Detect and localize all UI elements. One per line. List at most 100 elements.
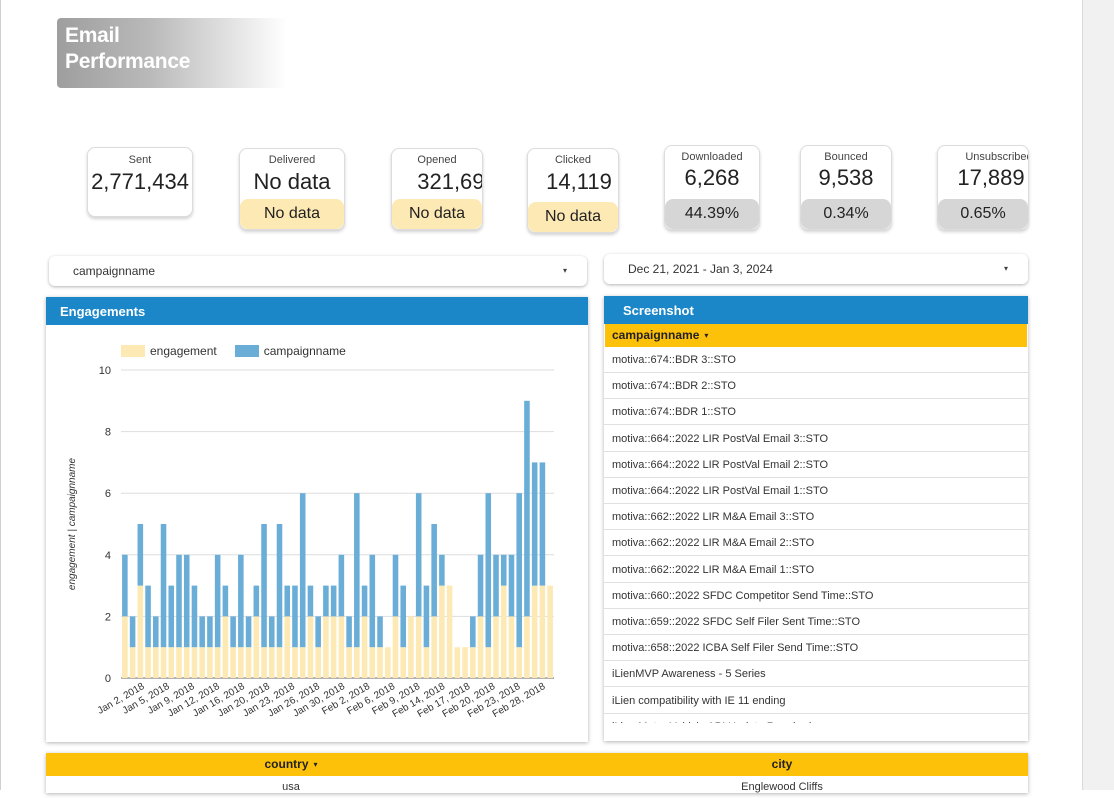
table-row[interactable]: motiva::662::2022 LIR M&A Email 2::STO bbox=[604, 530, 1028, 557]
bar-engagement[interactable] bbox=[191, 647, 198, 678]
right-scroll-gutter[interactable] bbox=[1082, 0, 1114, 790]
bar-campaignname[interactable] bbox=[415, 493, 422, 617]
bar-engagement[interactable] bbox=[539, 585, 546, 678]
bar-campaignname[interactable] bbox=[168, 585, 175, 648]
bar-campaignname[interactable] bbox=[423, 585, 430, 648]
sort-icon[interactable]: ▾ bbox=[704, 331, 708, 340]
bar-engagement[interactable] bbox=[485, 647, 492, 678]
bar-campaignname[interactable] bbox=[346, 616, 352, 648]
sort-icon[interactable]: ▾ bbox=[314, 760, 318, 769]
bar-engagement[interactable] bbox=[415, 616, 422, 678]
bar-engagement[interactable] bbox=[238, 647, 244, 678]
bar-campaignname[interactable] bbox=[160, 524, 167, 648]
bar-campaignname[interactable] bbox=[122, 554, 128, 617]
bar-engagement[interactable] bbox=[547, 585, 553, 678]
table-row[interactable]: motiva::674::BDR 1::STO bbox=[604, 399, 1028, 426]
bar-engagement[interactable] bbox=[276, 647, 283, 678]
bar-engagement[interactable] bbox=[470, 647, 476, 678]
bar-campaignname[interactable] bbox=[230, 616, 236, 648]
bar-campaignname[interactable] bbox=[539, 462, 546, 586]
city-column-header[interactable]: city bbox=[536, 753, 1028, 776]
bar-campaignname[interactable] bbox=[470, 616, 476, 648]
table-row[interactable]: motiva::664::2022 LIR PostVal Email 2::S… bbox=[604, 452, 1028, 478]
table-row[interactable]: motiva::674::BDR 2::STO bbox=[604, 373, 1028, 400]
bar-engagement[interactable] bbox=[500, 585, 507, 678]
bar-campaignname[interactable] bbox=[176, 554, 182, 648]
bar-campaignname[interactable] bbox=[516, 493, 522, 648]
bar-campaignname[interactable] bbox=[276, 524, 283, 648]
table-row[interactable]: motiva::662::2022 LIR M&A Email 1::STO bbox=[604, 557, 1028, 583]
bar-engagement[interactable] bbox=[330, 616, 337, 678]
bar-engagement[interactable] bbox=[160, 647, 167, 678]
bar-engagement[interactable] bbox=[531, 585, 538, 678]
table-row[interactable]: motiva::662::2022 LIR M&A Email 3::STO bbox=[604, 504, 1028, 531]
bar-engagement[interactable] bbox=[176, 647, 182, 678]
bar-campaignname[interactable] bbox=[245, 616, 252, 648]
bar-campaignname[interactable] bbox=[323, 585, 329, 617]
bar-engagement[interactable] bbox=[214, 647, 221, 678]
bar-campaignname[interactable] bbox=[338, 554, 345, 617]
bar-engagement[interactable] bbox=[508, 616, 515, 678]
bar-engagement[interactable] bbox=[454, 647, 461, 678]
bar-engagement[interactable] bbox=[261, 647, 267, 678]
bar-engagement[interactable] bbox=[392, 616, 399, 678]
bar-campaignname[interactable] bbox=[199, 616, 205, 648]
bar-campaignname[interactable] bbox=[431, 524, 437, 617]
bar-campaignname[interactable] bbox=[207, 616, 213, 648]
bar-engagement[interactable] bbox=[292, 647, 298, 678]
bar-campaignname[interactable] bbox=[284, 585, 291, 617]
bar-engagement[interactable] bbox=[129, 647, 136, 678]
bar-campaignname[interactable] bbox=[392, 554, 399, 617]
bar-engagement[interactable] bbox=[137, 585, 144, 678]
table-row[interactable]: motiva::674::BDR 3::STO bbox=[604, 347, 1028, 373]
date-range-picker[interactable]: Dec 21, 2021 - Jan 3, 2024 ▾ bbox=[604, 254, 1028, 284]
campaign-filter-dropdown[interactable]: campaignname ▾ bbox=[49, 256, 587, 286]
bar-engagement[interactable] bbox=[369, 647, 376, 678]
bar-engagement[interactable] bbox=[400, 647, 407, 678]
bar-campaignname[interactable] bbox=[377, 616, 383, 648]
bar-campaignname[interactable] bbox=[439, 554, 445, 586]
bar-engagement[interactable] bbox=[524, 616, 530, 678]
bar-campaignname[interactable] bbox=[222, 585, 229, 617]
bar-campaignname[interactable] bbox=[531, 462, 538, 586]
bar-campaignname[interactable] bbox=[485, 493, 492, 648]
bar-engagement[interactable] bbox=[207, 647, 213, 678]
bar-campaignname[interactable] bbox=[292, 585, 298, 648]
bar-campaignname[interactable] bbox=[268, 616, 275, 648]
bar-campaignname[interactable] bbox=[238, 554, 244, 648]
bar-campaignname[interactable] bbox=[191, 585, 198, 648]
table-row[interactable]: motiva::659::2022 SFDC Self Filer Sent T… bbox=[604, 609, 1028, 635]
bar-engagement[interactable] bbox=[361, 616, 368, 678]
bar-campaignname[interactable] bbox=[307, 585, 314, 617]
bar-campaignname[interactable] bbox=[261, 524, 267, 648]
bar-campaignname[interactable] bbox=[361, 585, 368, 617]
bar-campaignname[interactable] bbox=[400, 585, 407, 648]
bar-engagement[interactable] bbox=[493, 616, 499, 678]
bar-engagement[interactable] bbox=[199, 647, 205, 678]
bar-campaignname[interactable] bbox=[493, 554, 499, 617]
bar-engagement[interactable] bbox=[253, 616, 260, 678]
bar-engagement[interactable] bbox=[377, 647, 383, 678]
bar-engagement[interactable] bbox=[168, 647, 175, 678]
bar-campaignname[interactable] bbox=[369, 554, 376, 648]
bar-campaignname[interactable] bbox=[330, 585, 337, 617]
bar-engagement[interactable] bbox=[439, 585, 445, 678]
table-row[interactable]: iLien compatibility with IE 11 ending bbox=[604, 688, 1028, 714]
bar-engagement[interactable] bbox=[338, 616, 345, 678]
bar-campaignname[interactable] bbox=[315, 616, 321, 648]
bar-engagement[interactable] bbox=[222, 616, 229, 678]
table-row[interactable]: iLien Motor Vehicle API Update Required bbox=[604, 714, 1028, 723]
bar-campaignname[interactable] bbox=[145, 585, 151, 648]
bar-engagement[interactable] bbox=[284, 616, 291, 678]
bar-engagement[interactable] bbox=[423, 647, 430, 678]
bar-campaignname[interactable] bbox=[299, 493, 306, 648]
bar-engagement[interactable] bbox=[516, 647, 522, 678]
bar-engagement[interactable] bbox=[446, 585, 453, 678]
table-row[interactable]: motiva::664::2022 LIR PostVal Email 3::S… bbox=[604, 426, 1028, 452]
bar-engagement[interactable] bbox=[299, 647, 306, 678]
bar-campaignname[interactable] bbox=[153, 616, 159, 648]
bar-engagement[interactable] bbox=[408, 616, 414, 678]
bar-engagement[interactable] bbox=[462, 647, 468, 678]
bar-campaignname[interactable] bbox=[508, 554, 515, 617]
bar-engagement[interactable] bbox=[315, 647, 321, 678]
